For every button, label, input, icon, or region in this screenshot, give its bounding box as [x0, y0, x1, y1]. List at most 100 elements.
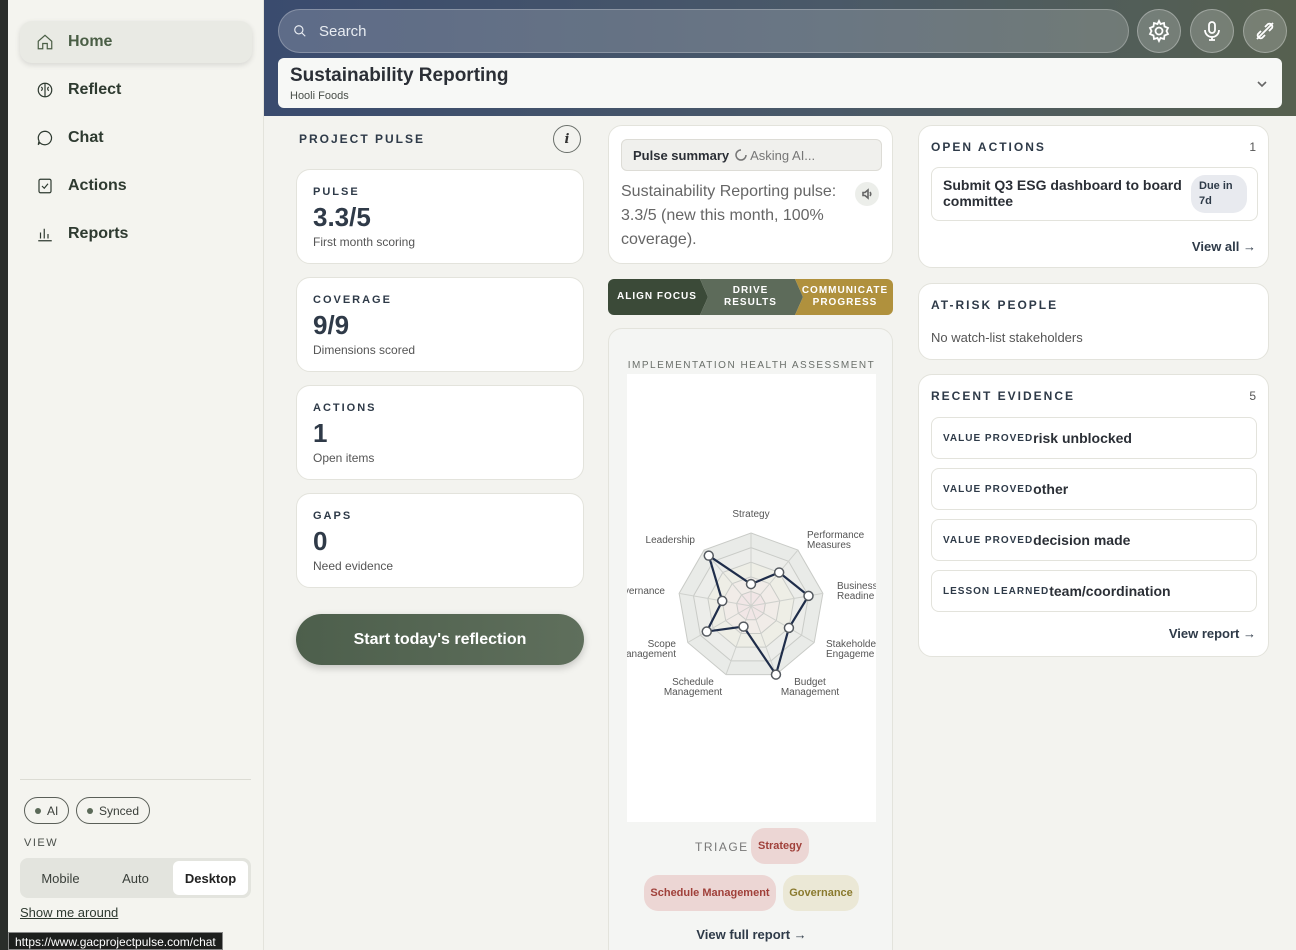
sidebar: Home Reflect Chat Actions Reports AI Syn…: [8, 0, 264, 950]
radar-data-point: [803, 590, 814, 602]
show-me-around-link[interactable]: Show me around: [20, 905, 118, 920]
view-option-mobile[interactable]: Mobile: [23, 861, 98, 895]
speaker-icon: [862, 188, 872, 200]
open-actions-count: 1: [1249, 140, 1256, 154]
spinner-icon: [735, 149, 747, 161]
top-header: Search Sustainability Reporting Hooli Fo…: [264, 0, 1296, 116]
status-dot-icon: [87, 807, 93, 814]
synced-status-label: Synced: [99, 803, 140, 818]
radar-chart: Strategy Performance Measures Business Readi…: [627, 509, 876, 698]
process-steps: ALIGN FOCUS DRIVE RESULTS COMMUNICATE PR…: [608, 279, 893, 315]
pulse-stat-card: PULSE 3.3/5 First month scoring: [296, 169, 584, 264]
radar-data-point: [701, 626, 712, 637]
sidebar-item-label: Reports: [68, 225, 129, 242]
stat-description: Need evidence: [313, 559, 394, 573]
radar-category-label: Budget Management: [781, 677, 840, 698]
view-option-auto[interactable]: Auto: [98, 861, 173, 895]
view-full-report-link[interactable]: View full report →: [609, 927, 894, 942]
radar-category-label: vernance: [627, 586, 665, 597]
evidence-tag: VALUE PROVED: [943, 483, 1034, 495]
radar-data-point: [716, 595, 728, 607]
home-icon: [37, 34, 53, 50]
info-button[interactable]: i: [553, 125, 581, 153]
evidence-item[interactable]: LESSON LEARNED team/coordination: [931, 570, 1257, 612]
project-org: Hooli Foods: [290, 90, 349, 102]
radar-category-label: Stakeholde Engageme: [826, 639, 876, 660]
action-item[interactable]: Submit Q3 ESG dashboard to board committ…: [931, 167, 1258, 221]
stat-value: 1: [313, 418, 328, 448]
evidence-tag: VALUE PROVED: [943, 432, 1034, 444]
settings-button[interactable]: [1137, 9, 1181, 53]
radar-data-point: [783, 622, 795, 634]
project-selector[interactable]: Sustainability Reporting Hooli Foods: [278, 58, 1282, 108]
asking-ai-label: Asking AI...: [750, 147, 816, 163]
stat-label: PULSE: [313, 186, 360, 198]
step-align-focus[interactable]: ALIGN FOCUS: [608, 279, 706, 315]
action-item-title: Submit Q3 ESG dashboard to board committ…: [943, 177, 1182, 209]
sidebar-item-actions[interactable]: Actions: [20, 165, 252, 207]
link-button[interactable]: [1243, 9, 1287, 53]
sidebar-item-reflect[interactable]: Reflect: [20, 69, 252, 111]
health-assessment-card: IMPLEMENTATION HEALTH ASSESSMENT Strateg…: [608, 328, 893, 950]
stat-description: First month scoring: [313, 235, 416, 249]
step-drive-results[interactable]: DRIVE RESULTS: [708, 279, 793, 315]
due-badge: Due in 7d: [1191, 175, 1247, 213]
radar-data-point: [738, 621, 749, 632]
chart-title: IMPLEMENTATION HEALTH ASSESSMENT: [627, 360, 876, 371]
sidebar-item-label: Actions: [68, 177, 127, 194]
open-actions-card: OPEN ACTIONS 1 Submit Q3 ESG dashboard t…: [918, 125, 1269, 268]
asking-ai-status: Asking AI...: [735, 148, 815, 163]
radar-category-label: Performance Measures: [807, 530, 865, 551]
evidence-tag: VALUE PROVED: [943, 534, 1034, 546]
evidence-item[interactable]: VALUE PROVED risk unblocked: [931, 417, 1257, 459]
stat-description: Open items: [313, 451, 375, 465]
view-option-desktop[interactable]: Desktop: [173, 861, 248, 895]
checkbox-icon: [38, 178, 52, 194]
radar-data-point: [745, 578, 757, 590]
ai-status-pill[interactable]: AI: [24, 797, 70, 824]
sidebar-item-home[interactable]: Home: [20, 21, 252, 63]
triage-label: TRIAGE: [695, 840, 749, 854]
radar-category-label: Leadership: [646, 535, 696, 546]
evidence-value: decision made: [1033, 532, 1131, 548]
recent-evidence-heading: RECENT EVIDENCE: [931, 389, 1076, 403]
sidebar-item-reports[interactable]: Reports: [20, 213, 252, 255]
view-all-actions-link[interactable]: View all →: [1192, 239, 1256, 254]
start-reflection-button[interactable]: Start today's reflection: [296, 614, 584, 665]
evidence-tag: LESSON LEARNED: [943, 585, 1050, 597]
read-aloud-button[interactable]: [855, 182, 879, 206]
link-url-tooltip: https://www.gacprojectpulse.com/chat: [8, 932, 223, 950]
pulse-summary-tab[interactable]: Pulse summary Asking AI...: [621, 139, 882, 171]
radar-data-point: [770, 669, 782, 680]
window-edge: [0, 0, 8, 950]
stat-description: Dimensions scored: [313, 343, 416, 357]
evidence-item[interactable]: VALUE PROVED other: [931, 468, 1257, 510]
triage-chip-governance[interactable]: Governance: [783, 875, 859, 911]
step-communicate-progress[interactable]: COMMUNICATE PROGRESS: [801, 279, 889, 315]
radar-category-label: Strategy: [732, 509, 769, 520]
radar-category-label: Scope anagement: [627, 639, 676, 660]
chevron-down-icon: [1257, 81, 1267, 88]
microphone-button[interactable]: [1190, 9, 1234, 53]
stat-label: GAPS: [313, 510, 353, 522]
evidence-item[interactable]: VALUE PROVED decision made: [931, 519, 1257, 561]
coverage-stat-card: COVERAGE 9/9 Dimensions scored: [296, 277, 584, 372]
view-label: VIEW: [24, 837, 59, 849]
view-report-link[interactable]: View report →: [1169, 626, 1256, 641]
radar-category-label: Schedule Management: [664, 677, 723, 698]
search-input[interactable]: Search: [278, 9, 1129, 53]
stat-value: 9/9: [313, 310, 350, 340]
triage-chip-strategy[interactable]: Strategy: [751, 828, 809, 864]
triage-chip-schedule-management[interactable]: Schedule Management: [644, 875, 776, 911]
ai-status-label: AI: [47, 803, 59, 818]
stat-label: ACTIONS: [313, 402, 377, 414]
project-pulse-heading: PROJECT PULSE: [299, 132, 426, 146]
radar-data-point: [703, 550, 715, 561]
sidebar-item-label: Chat: [68, 129, 104, 146]
sidebar-item-chat[interactable]: Chat: [20, 117, 252, 159]
radar-chart-area: Strategy Performance Measures Business Readi…: [627, 374, 876, 822]
pulse-summary-card: Pulse summary Asking AI... Sustainabilit…: [608, 125, 893, 264]
pulse-summary-label: Pulse summary: [633, 147, 730, 163]
synced-status-pill[interactable]: Synced: [76, 797, 151, 824]
evidence-value: team/coordination: [1049, 583, 1171, 599]
